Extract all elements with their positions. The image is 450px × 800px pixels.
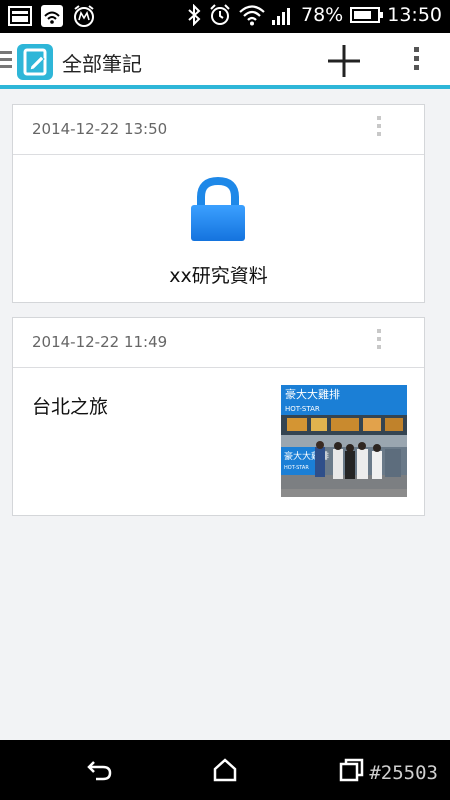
note-date: 2014-12-22 13:50	[32, 120, 168, 138]
back-icon[interactable]	[86, 756, 114, 784]
page-title: 全部筆記	[62, 52, 142, 76]
clock: 13:50	[387, 4, 442, 26]
shop-sign-brand-lower: HOT-STAR	[284, 465, 309, 471]
cell-signal-icon	[272, 8, 290, 25]
gallery-notification-icon	[8, 6, 32, 26]
battery-icon	[350, 7, 384, 23]
battery-fill	[354, 11, 372, 19]
note-thumbnail-image[interactable]: 豪大大雞排 HOT-STAR 豪大大雞排 HOT-STAR	[281, 385, 407, 497]
alarm-app-notification-icon	[74, 5, 94, 27]
lock-icon	[191, 177, 245, 241]
note-card-locked[interactable]: 2014-12-22 13:50 xx研究資料	[12, 104, 425, 303]
shop-sign-name: 豪大大雞排	[285, 387, 340, 401]
card-menu-icon[interactable]	[374, 329, 384, 357]
overflow-menu-icon[interactable]	[404, 47, 428, 75]
alarm-clock-icon	[210, 4, 230, 25]
note-card[interactable]: 2014-12-22 11:49 台北之旅 豪大大雞排 HOT-STAR 豪大大…	[12, 317, 425, 516]
home-icon[interactable]	[211, 756, 239, 784]
status-bar: 78% 13:50	[0, 0, 450, 33]
wifi-signal-icon	[239, 5, 265, 26]
shop-sign-brand: HOT-STAR	[285, 405, 320, 413]
battery-percent: 78%	[301, 4, 344, 26]
app-logo-icon[interactable]	[17, 44, 53, 80]
system-nav-bar: #25503	[0, 740, 450, 800]
card-header: 2014-12-22 13:50	[13, 105, 424, 155]
note-title: xx研究資料	[169, 265, 268, 287]
note-date: 2014-12-22 11:49	[32, 333, 168, 351]
recent-apps-icon[interactable]	[338, 756, 366, 784]
watermark-text: #25503	[369, 762, 438, 784]
action-bar: 全部筆記	[0, 33, 450, 89]
note-title: 台北之旅	[32, 396, 109, 418]
card-menu-icon[interactable]	[374, 116, 384, 144]
wifi-notification-icon	[41, 5, 63, 27]
drawer-icon[interactable]	[0, 51, 12, 71]
bluetooth-icon	[188, 4, 201, 26]
card-header: 2014-12-22 11:49	[13, 318, 424, 368]
add-note-button[interactable]	[324, 41, 364, 81]
